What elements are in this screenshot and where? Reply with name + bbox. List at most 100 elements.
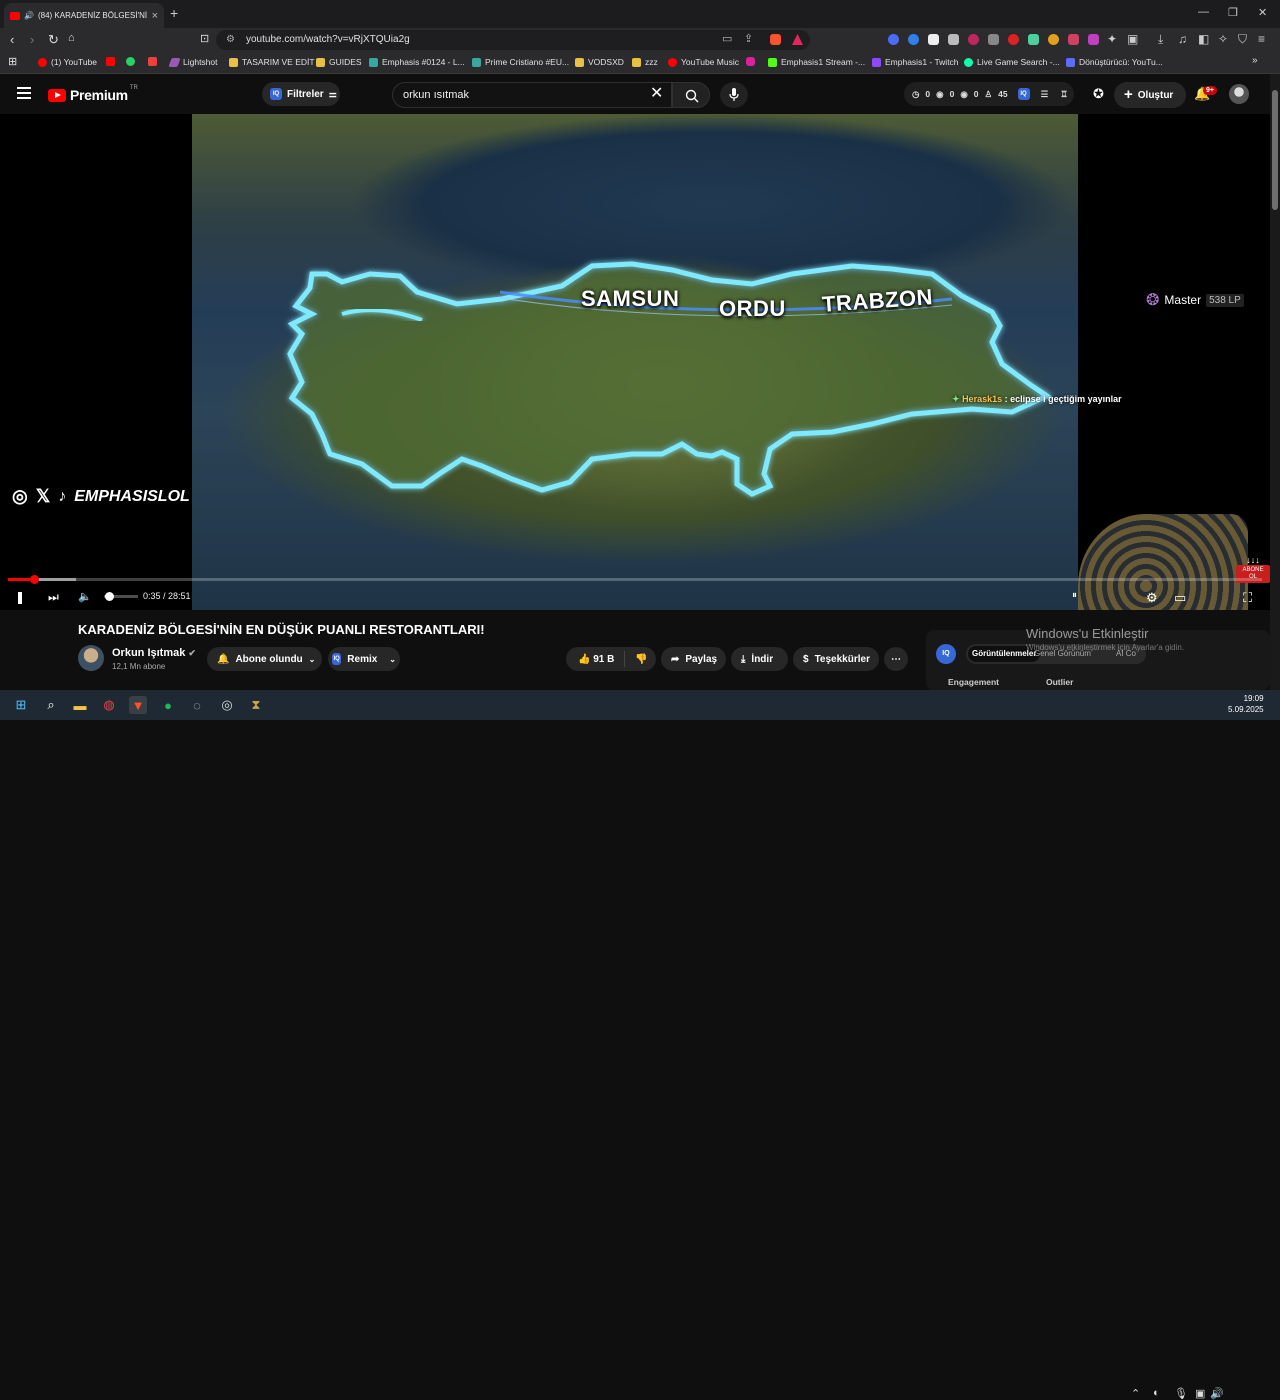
extension-6-icon[interactable] bbox=[988, 34, 999, 45]
windows-start-icon[interactable]: ⊞ bbox=[12, 696, 30, 714]
chrome-icon[interactable]: ◍ bbox=[100, 696, 118, 714]
account-avatar[interactable] bbox=[1229, 84, 1249, 104]
forward-icon[interactable]: › bbox=[30, 32, 34, 47]
file-explorer-icon[interactable]: ▬ bbox=[71, 696, 89, 714]
search-icon[interactable]: ⌕ bbox=[42, 696, 60, 714]
apps-grid-icon[interactable]: ⊞ bbox=[8, 55, 17, 68]
bookmark-gmail[interactable] bbox=[148, 57, 161, 66]
list-icon[interactable]: ☰ bbox=[1041, 89, 1049, 100]
like-button[interactable]: 👍 91 B bbox=[578, 654, 614, 665]
progress-scrubber[interactable] bbox=[30, 575, 39, 584]
bookmark-instagram[interactable] bbox=[746, 57, 759, 66]
extension-4-icon[interactable] bbox=[948, 34, 959, 45]
trophy-icon[interactable]: ♖ bbox=[1060, 89, 1068, 100]
more-actions-button[interactable]: ⋯ bbox=[884, 647, 908, 671]
bookmark-youtube-music[interactable]: YouTube Music bbox=[668, 57, 739, 67]
subscribed-button[interactable]: 🔔 Abone olundu ⌄ bbox=[207, 647, 322, 671]
filters-button[interactable]: IQ Filtreler ⚌ bbox=[262, 82, 340, 106]
bookmark-youtube-2[interactable] bbox=[106, 57, 119, 66]
close-window-icon[interactable]: ✕ bbox=[1258, 6, 1267, 19]
bookmark-whatsapp[interactable] bbox=[126, 57, 139, 66]
cast-icon[interactable]: ▭ bbox=[722, 32, 732, 45]
extension-9-icon[interactable] bbox=[1048, 34, 1059, 45]
guide-menu-icon[interactable] bbox=[17, 87, 31, 99]
thanks-button[interactable]: $ Teşekkürler bbox=[793, 647, 879, 671]
bookmark-emphasis-stream[interactable]: Emphasis1 Stream -... bbox=[768, 57, 865, 67]
minimize-icon[interactable]: — bbox=[1198, 6, 1209, 18]
search-input[interactable]: orkun ısıtmak bbox=[392, 82, 672, 108]
share-page-icon[interactable]: ⇪ bbox=[744, 32, 753, 45]
taskbar-clock[interactable]: 19:09 5.09.2025 bbox=[1228, 693, 1264, 715]
iq-extension-icon[interactable]: IQ bbox=[1017, 88, 1030, 100]
browser-tab-active[interactable]: 🔊 (84) KARADENİZ BÖLGESİ'Nİ × bbox=[4, 3, 164, 28]
sidebar-toggle-icon[interactable]: ◧ bbox=[1198, 32, 1209, 46]
speaker-icon[interactable]: 🔊 bbox=[24, 11, 34, 20]
home-icon[interactable]: ⌂ bbox=[68, 32, 75, 44]
remix-button[interactable]: IQ Remix ⌄ bbox=[328, 647, 400, 671]
network-icon[interactable]: ▣ bbox=[1195, 1387, 1205, 1400]
bookmark-lightshot[interactable]: Lightshot bbox=[168, 57, 218, 67]
extension-3-icon[interactable] bbox=[928, 34, 939, 45]
extension-5-icon[interactable] bbox=[968, 34, 979, 45]
fullscreen-icon[interactable]: ⛶ bbox=[1243, 590, 1252, 606]
browser-menu-icon[interactable]: ≡ bbox=[1258, 32, 1265, 46]
bookmark-zzz[interactable]: zzz bbox=[632, 57, 658, 67]
bookmark-guides[interactable]: GUIDES bbox=[316, 57, 362, 67]
bookmark-emphasis-0124[interactable]: Emphasis #0124 - L... bbox=[369, 57, 465, 67]
bookmark-prime-cristiano[interactable]: Prime Cristiano #EU... bbox=[472, 57, 569, 67]
create-button[interactable]: + Oluştur bbox=[1114, 82, 1186, 108]
brave-shield-icon[interactable] bbox=[770, 34, 781, 45]
search-button[interactable] bbox=[672, 82, 710, 108]
restore-icon[interactable]: ❐ bbox=[1228, 6, 1238, 19]
theater-mode-icon[interactable]: ▭ bbox=[1174, 590, 1186, 606]
extension-11-icon[interactable] bbox=[1088, 34, 1099, 45]
downloads-icon[interactable]: ⤓ bbox=[1158, 32, 1163, 47]
new-tab-button[interactable]: + bbox=[170, 5, 178, 21]
extensions-puzzle-icon[interactable]: ✦ bbox=[1107, 32, 1117, 46]
site-info-icon[interactable]: ⚙ bbox=[226, 30, 235, 50]
settings-gear-icon[interactable]: ⚙ bbox=[1146, 590, 1158, 606]
autoplay-toggle-icon[interactable]: ⏸ bbox=[1072, 590, 1077, 601]
sparkle-chat-icon[interactable]: ✪ bbox=[1093, 86, 1104, 102]
spotify-icon[interactable]: ● bbox=[159, 696, 177, 714]
media-icon[interactable]: ♫ bbox=[1178, 32, 1187, 46]
iq-extension-icon[interactable]: IQ bbox=[936, 644, 956, 664]
leo-ai-icon[interactable]: ✧ bbox=[1218, 32, 1228, 46]
volume-tray-icon[interactable]: 🔊 bbox=[1210, 1387, 1224, 1400]
pause-button[interactable] bbox=[18, 591, 30, 622]
extension-7-icon[interactable] bbox=[1008, 34, 1019, 45]
video-player[interactable]: SAMSUN ORDU TRABZON ◎ 𝕏 ♪ EMPHASISLOL ✦ … bbox=[0, 114, 1270, 610]
scrollbar-thumb[interactable] bbox=[1272, 90, 1278, 210]
bookmark-emphasis-twitch[interactable]: Emphasis1 - Twitch bbox=[872, 57, 959, 67]
next-video-icon[interactable]: ⏭ bbox=[48, 590, 59, 605]
bookmark-page-icon[interactable]: ⊡ bbox=[200, 32, 209, 45]
league-of-legends-icon[interactable]: ⧗ bbox=[247, 696, 265, 714]
steam-icon[interactable]: ◌ bbox=[188, 696, 206, 714]
progress-bar[interactable] bbox=[8, 578, 1262, 581]
obs-icon[interactable]: ◎ bbox=[218, 696, 236, 714]
channel-name[interactable]: Orkun Işıtmak ✔ bbox=[112, 647, 196, 659]
bookmark-live-game-search[interactable]: Live Game Search -... bbox=[964, 57, 1060, 67]
extension-2-icon[interactable] bbox=[908, 34, 919, 45]
extension-1-icon[interactable] bbox=[888, 34, 899, 45]
vpn-shield-icon[interactable]: ⛉ bbox=[1238, 32, 1247, 47]
tab-close-icon[interactable]: × bbox=[152, 10, 158, 22]
volume-knob[interactable] bbox=[105, 592, 114, 601]
bookmark-donusturucu[interactable]: Dönüştürücü: YouTu... bbox=[1066, 57, 1163, 67]
extension-8-icon[interactable] bbox=[1028, 34, 1039, 45]
video-frame[interactable]: SAMSUN ORDU TRABZON bbox=[192, 114, 1078, 610]
reload-icon[interactable]: ↻ bbox=[48, 32, 59, 48]
bookmark-tasarim[interactable]: TASARIM VE EDİT bbox=[229, 57, 315, 67]
tray-overflow-icon[interactable]: ⌃ bbox=[1131, 1387, 1140, 1400]
bookmark-vodsxd[interactable]: VODSXD bbox=[575, 57, 624, 67]
voice-search-button[interactable] bbox=[720, 82, 748, 108]
dislike-button[interactable]: 👎 bbox=[635, 654, 647, 665]
clear-search-icon[interactable]: ✕ bbox=[650, 86, 663, 102]
more-bookmarks-icon[interactable]: » bbox=[1252, 55, 1258, 66]
share-button[interactable]: ➦ Paylaş bbox=[661, 647, 726, 671]
microphone-icon[interactable]: 🎙 bbox=[1174, 1387, 1188, 1400]
volume-icon[interactable]: 🔈 bbox=[78, 590, 92, 603]
youtube-logo[interactable]: Premium TR bbox=[48, 85, 138, 103]
address-bar[interactable]: ⚙ youtube.com/watch?v=vRjXTQUia2g bbox=[216, 30, 810, 50]
extension-10-icon[interactable] bbox=[1068, 34, 1079, 45]
